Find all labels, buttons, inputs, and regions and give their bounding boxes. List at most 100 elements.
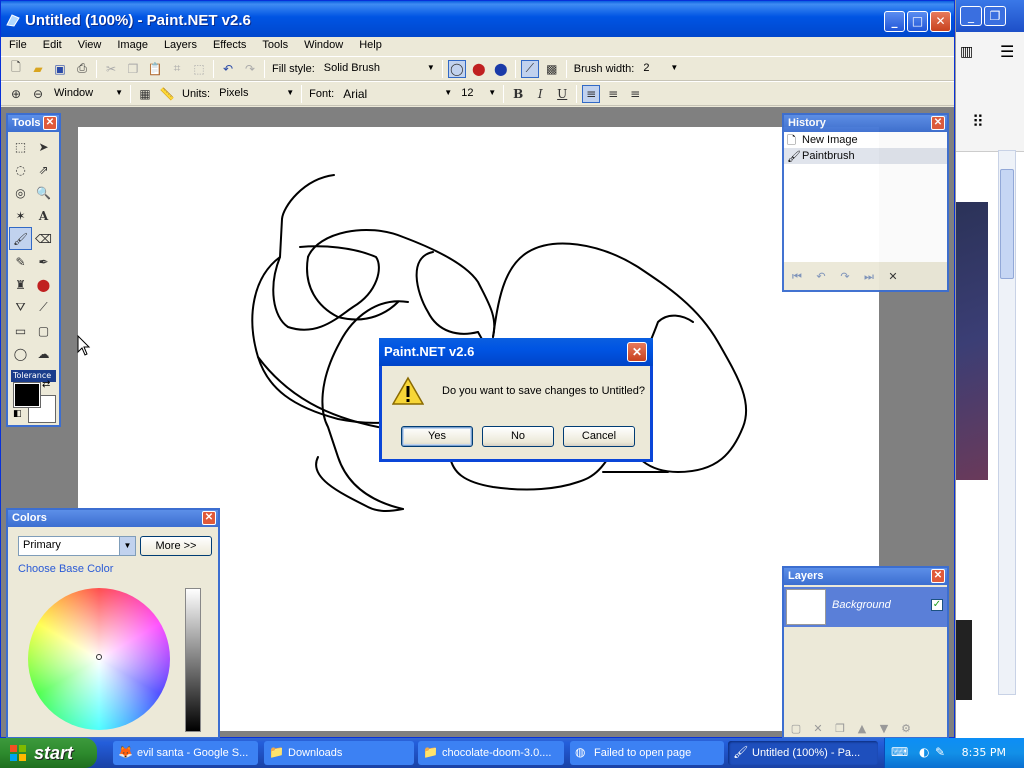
- close-icon[interactable]: ✕: [931, 569, 945, 583]
- no-button[interactable]: No: [482, 426, 554, 447]
- menu-view[interactable]: View: [70, 37, 110, 53]
- bold-button[interactable]: B: [509, 85, 527, 103]
- zoom-tool-icon[interactable]: 🔍: [32, 181, 55, 204]
- save-icon[interactable]: ▣: [51, 60, 69, 78]
- apps-grid-icon[interactable]: ⠿: [972, 112, 984, 131]
- reset-colors-icon[interactable]: ◧: [13, 409, 22, 419]
- rewind-icon[interactable]: ⏮: [788, 270, 806, 286]
- history-item[interactable]: 🖌 Paintbrush: [784, 148, 947, 164]
- menu-image[interactable]: Image: [109, 37, 156, 53]
- italic-button[interactable]: I: [531, 85, 549, 103]
- more-colors-button[interactable]: More >>: [140, 536, 212, 556]
- grid-icon[interactable]: ▦: [136, 85, 154, 103]
- rounded-rectangle-icon[interactable]: ▢: [32, 319, 55, 342]
- text-tool-icon[interactable]: A: [32, 204, 55, 227]
- undo-icon[interactable]: ↶: [812, 270, 830, 286]
- lasso-select-icon[interactable]: ◌: [9, 158, 32, 181]
- colors-panel-title[interactable]: Colors ✕: [8, 510, 218, 527]
- antialiasing-off-icon[interactable]: ▩: [543, 60, 561, 78]
- network-icon[interactable]: ◐: [919, 745, 933, 759]
- antialiasing-on-icon[interactable]: ⟋: [520, 59, 539, 78]
- delete-history-icon[interactable]: ✕: [884, 270, 902, 286]
- copy-icon[interactable]: ❐: [124, 60, 142, 78]
- dialog-title-bar[interactable]: Paint.NET v2.6 ✕: [379, 338, 653, 366]
- cancel-button[interactable]: Cancel: [563, 426, 635, 447]
- ellipse-select-icon[interactable]: ◎: [9, 181, 32, 204]
- new-file-icon[interactable]: 🗋: [7, 60, 25, 78]
- move-layer-down-icon[interactable]: ▼: [876, 722, 892, 735]
- freeform-shape-icon[interactable]: ☁: [32, 342, 55, 365]
- dialog-close-button[interactable]: ✕: [627, 342, 647, 362]
- close-icon[interactable]: ✕: [202, 511, 216, 525]
- fast-forward-icon[interactable]: ⏭: [860, 270, 878, 286]
- units-dropdown[interactable]: Pixels ▼: [214, 84, 299, 103]
- move-layer-up-icon[interactable]: ▲: [854, 722, 870, 735]
- color-wheel-marker[interactable]: [96, 654, 102, 660]
- layer-visibility-checkbox[interactable]: ✓: [931, 599, 943, 611]
- layer-properties-icon[interactable]: ⚙: [898, 722, 914, 735]
- draw-filled-outline-icon[interactable]: ⬤: [492, 60, 510, 78]
- font-dropdown[interactable]: Arial ▼: [338, 84, 457, 103]
- pencil-icon[interactable]: ✎: [9, 250, 32, 273]
- ellipse-icon[interactable]: ◯: [9, 342, 32, 365]
- clock[interactable]: 8:35 PM: [962, 746, 1006, 759]
- brush-width-dropdown[interactable]: 2 ▼: [638, 59, 683, 78]
- history-item[interactable]: 🗋 New Image: [784, 132, 947, 148]
- title-bar[interactable]: Untitled (100%) - Paint.NET v2.6 _ □ ✕: [1, 1, 954, 41]
- layers-panel-title[interactable]: Layers ✕: [784, 568, 947, 585]
- redo-icon[interactable]: ↷: [241, 60, 259, 78]
- open-folder-icon[interactable]: ▰: [29, 60, 47, 78]
- menu-tools[interactable]: Tools: [254, 37, 296, 53]
- taskbar-item-paintnet[interactable]: 🖌 Untitled (100%) - Pa...: [728, 741, 878, 765]
- maximize-button[interactable]: □: [907, 11, 928, 32]
- close-icon[interactable]: ✕: [931, 116, 945, 130]
- menu-help[interactable]: Help: [351, 37, 390, 53]
- minimize-button[interactable]: _: [884, 11, 905, 32]
- menu-layers[interactable]: Layers: [156, 37, 205, 53]
- close-button[interactable]: ✕: [930, 11, 951, 32]
- redo-icon[interactable]: ↷: [836, 270, 854, 286]
- taskbar-item-chocolate-doom[interactable]: 📁 chocolate-doom-3.0....: [418, 741, 564, 765]
- draw-shape-outline-icon[interactable]: ◯: [447, 59, 466, 78]
- value-slider[interactable]: [185, 588, 201, 732]
- taskbar-item-browser[interactable]: 🦊 evil santa - Google S...: [113, 741, 258, 765]
- menu-window[interactable]: Window: [296, 37, 351, 53]
- zoom-dropdown[interactable]: Window ▼: [49, 84, 127, 103]
- menu-icon[interactable]: ☰: [1000, 42, 1014, 61]
- color-picker-icon[interactable]: ✒: [32, 250, 55, 273]
- color-mode-select[interactable]: Primary ▼: [18, 536, 136, 556]
- recolor-icon[interactable]: ⬤: [32, 273, 55, 296]
- primary-color-swatch[interactable]: [13, 382, 41, 408]
- rectangle-select-icon[interactable]: ⬚: [9, 135, 32, 158]
- paint-bucket-icon[interactable]: ⛛: [9, 296, 32, 319]
- undo-icon[interactable]: ↶: [219, 60, 237, 78]
- keyboard-icon[interactable]: ⌨: [891, 745, 908, 759]
- start-button[interactable]: start: [0, 738, 97, 768]
- align-center-icon[interactable]: ≡: [604, 85, 622, 103]
- crop-icon[interactable]: ⌗: [168, 60, 186, 78]
- menu-edit[interactable]: Edit: [35, 37, 70, 53]
- zoom-out-icon[interactable]: ⊖: [29, 85, 47, 103]
- paintbrush-icon[interactable]: 🖌: [9, 227, 32, 250]
- move-selection-icon[interactable]: ➤: [32, 135, 55, 158]
- swap-colors-icon[interactable]: ⇄: [42, 379, 50, 390]
- paste-icon[interactable]: 📋: [146, 60, 164, 78]
- fill-style-dropdown[interactable]: Solid Brush ▼: [318, 59, 439, 78]
- close-icon[interactable]: ✕: [43, 116, 57, 130]
- maximize-icon[interactable]: ❐: [984, 6, 1006, 26]
- line-curve-icon[interactable]: ⟋: [32, 296, 55, 319]
- rectangle-icon[interactable]: ▭: [9, 319, 32, 342]
- duplicate-layer-icon[interactable]: ❐: [832, 722, 848, 735]
- print-icon[interactable]: ⎙: [73, 60, 91, 78]
- scrollbar-thumb[interactable]: [1000, 169, 1014, 279]
- menu-effects[interactable]: Effects: [205, 37, 254, 53]
- zoom-in-icon[interactable]: ⊕: [7, 85, 25, 103]
- add-layer-icon[interactable]: ▢: [788, 722, 804, 735]
- tools-panel-title[interactable]: Tools ✕: [8, 115, 59, 132]
- align-left-icon[interactable]: ≡: [582, 84, 601, 103]
- cut-icon[interactable]: ✂: [102, 60, 120, 78]
- font-size-dropdown[interactable]: 12 ▼: [456, 84, 501, 103]
- align-right-icon[interactable]: ≡: [626, 85, 644, 103]
- yes-button[interactable]: Yes: [401, 426, 473, 447]
- choose-base-color-link[interactable]: Choose Base Color: [18, 563, 113, 575]
